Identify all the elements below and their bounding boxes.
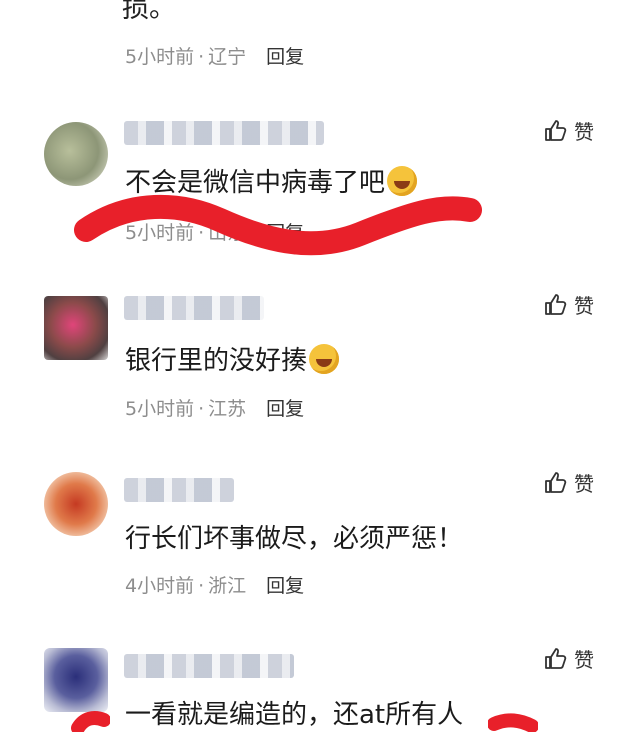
comment-region: 浙江 <box>208 575 247 597</box>
avatar[interactable] <box>44 648 108 712</box>
comment-text: 一看就是编造的，还at所有人 <box>125 700 464 730</box>
thumbs-up-icon <box>545 119 567 141</box>
reply-button[interactable]: 回复 <box>266 42 304 69</box>
thumbs-up-icon <box>545 293 567 315</box>
reply-button[interactable]: 回复 <box>266 394 304 421</box>
like-button[interactable]: 赞 <box>544 644 594 673</box>
comment-time: 5小时前 <box>125 46 195 68</box>
avatar[interactable] <box>44 122 108 186</box>
red-annotation-mark-right <box>488 713 538 732</box>
avatar[interactable] <box>44 472 108 536</box>
comment-time: 5小时前 <box>125 398 195 420</box>
like-button[interactable]: 赞 <box>544 290 594 319</box>
like-label: 赞 <box>574 648 594 672</box>
username-blurred[interactable] <box>124 296 264 320</box>
like-label: 赞 <box>574 472 594 496</box>
comment-meta: 5小时前 · 江苏 回复 <box>125 394 304 421</box>
username-blurred[interactable] <box>124 121 324 145</box>
thumbs-up-icon <box>545 471 567 493</box>
comment-text: 不会是微信中病毒了吧 <box>125 162 418 199</box>
comment-meta: 4小时前 · 浙江 回复 <box>125 571 304 598</box>
like-button[interactable]: 赞 <box>544 468 594 497</box>
laughing-crying-emoji-icon <box>309 344 340 374</box>
comment-time: 4小时前 <box>125 575 195 597</box>
reply-button[interactable]: 回复 <box>266 571 304 598</box>
reply-button[interactable]: 回复 <box>266 218 304 245</box>
like-label: 赞 <box>574 294 594 318</box>
previous-comment-text: 损。 <box>122 0 176 24</box>
username-blurred[interactable] <box>124 654 294 678</box>
comment-region: 江苏 <box>208 398 247 420</box>
like-button[interactable]: 赞 <box>544 116 594 145</box>
comment-list: 损。 5小时前 · 辽宁 回复 赞 不会是微信中病毒了吧 5小时前 · 山东 回复 赞 … <box>0 0 640 732</box>
username-blurred[interactable] <box>124 478 234 502</box>
comment-time: 5小时前 <box>125 222 195 244</box>
comment-region: 山东 <box>208 222 247 244</box>
like-label: 赞 <box>574 120 594 144</box>
comment-text: 银行里的没好揍 <box>125 340 340 377</box>
comment-meta: 5小时前 · 山东 回复 <box>125 218 304 245</box>
avatar[interactable] <box>44 296 108 360</box>
comment-text: 行长们坏事做尽，必须严惩！ <box>125 524 464 554</box>
previous-comment-meta: 5小时前 · 辽宁 回复 <box>125 42 304 69</box>
thumbs-up-icon <box>545 647 567 669</box>
comment-region: 辽宁 <box>208 46 247 68</box>
laughing-crying-emoji-icon <box>387 166 418 196</box>
